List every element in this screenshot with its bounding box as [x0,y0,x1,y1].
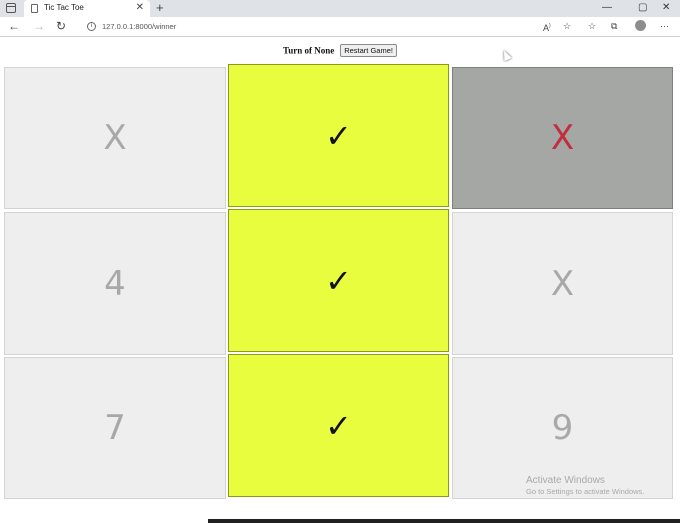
board-cell-2[interactable]: ✓ [228,64,449,207]
restart-button[interactable]: Restart Game! [340,43,397,57]
page-icon [31,4,38,13]
close-window-button[interactable]: ✕ [662,2,670,14]
reload-button[interactable]: ↻ [56,19,66,34]
tab-close-icon[interactable]: ✕ [136,2,144,14]
back-button[interactable]: ← [8,19,20,34]
favorites-icon[interactable]: ☆ [588,21,596,32]
add-favorite-icon[interactable]: ☆ [563,21,571,32]
tab-title: Tic Tac Toe [44,3,84,12]
board-cell-8[interactable]: ✓ [228,354,449,497]
board-cell-1[interactable]: X [4,67,226,209]
url-text[interactable]: 127.0.0.1:8000/winner [102,22,176,31]
site-info-icon[interactable]: i [87,22,96,31]
collections-icon[interactable]: ⧉ [611,21,617,32]
game-header: Turn of None Restart Game! [0,41,680,57]
board-cell-5[interactable]: ✓ [228,209,449,352]
turn-label: Turn of None [283,45,335,56]
maximize-button[interactable]: ▢ [638,2,647,14]
browser-toolbar: ← → ↻ i 127.0.0.1:8000/winner A) ☆ ☆ ⧉ ·… [0,17,680,37]
tab-bar: Tic Tac Toe ✕ + — ▢ ✕ [0,0,680,17]
minimize-button[interactable]: — [602,2,612,14]
forward-button[interactable]: → [33,19,45,34]
board-cell-4[interactable]: 4 [4,212,226,355]
tab-active[interactable]: Tic Tac Toe ✕ [24,0,150,17]
tab-actions-icon[interactable] [6,3,16,13]
watermark-title: Activate Windows [526,475,605,486]
board-cell-7[interactable]: 7 [4,357,226,499]
taskbar-edge [208,519,680,523]
activate-windows-watermark: Activate Windows Go to Settings to activ… [526,474,644,497]
watermark-subtitle: Go to Settings to activate Windows. [526,487,645,496]
board-cell-6[interactable]: X [452,212,673,355]
new-tab-button[interactable]: + [156,0,164,16]
more-icon[interactable]: ··· [660,21,669,32]
profile-icon[interactable] [635,20,646,31]
read-aloud-icon[interactable]: A) [543,21,551,34]
address-bar[interactable]: i 127.0.0.1:8000/winner [80,19,580,35]
board-cell-3[interactable]: X [452,67,673,209]
